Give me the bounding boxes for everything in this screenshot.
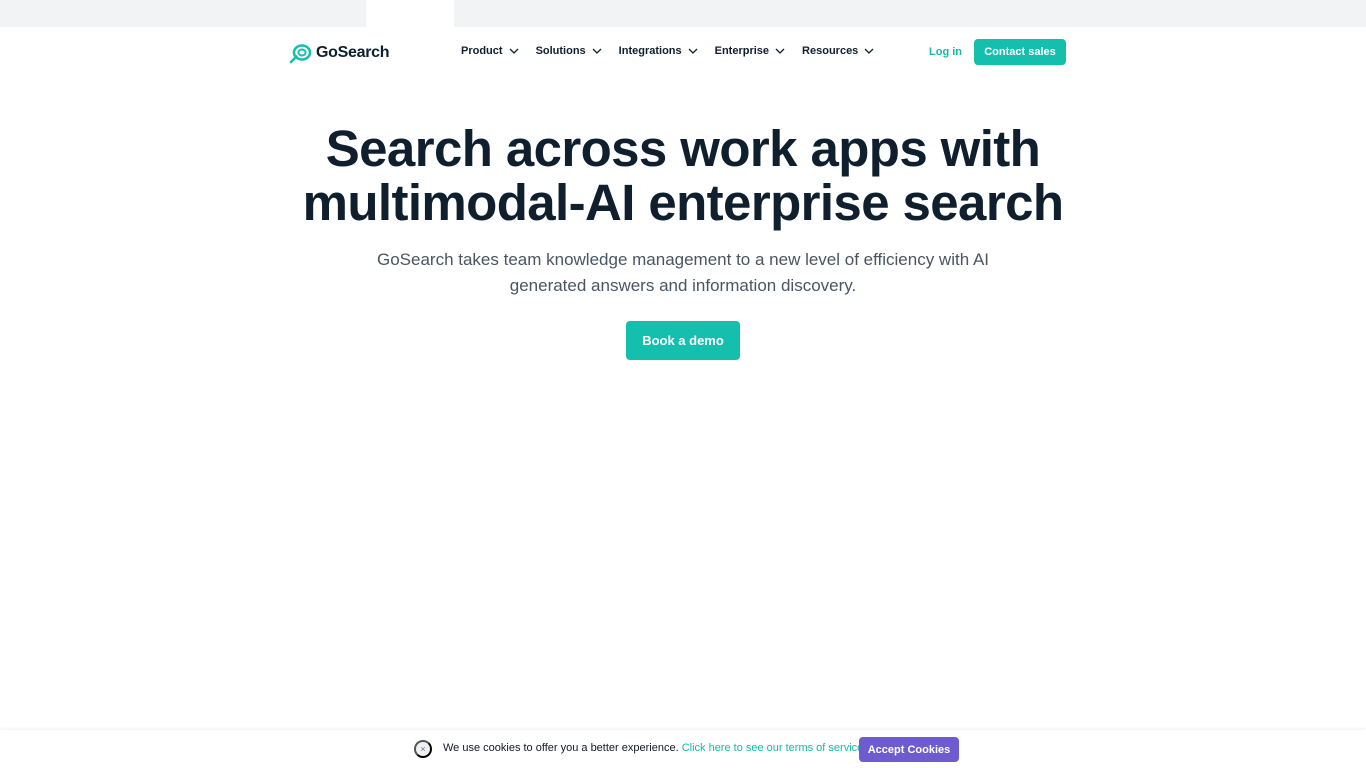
menu-item-label: Product <box>461 45 503 57</box>
contact-sales-button[interactable]: Contact sales <box>974 39 1066 65</box>
terms-of-service-link[interactable]: Click here to see our terms of service. <box>682 742 867 754</box>
hero-title: Search across work apps with multimodal-… <box>283 122 1083 230</box>
chevron-down-icon <box>688 48 698 54</box>
cookie-banner: × We use cookies to offer you a better e… <box>0 730 1366 768</box>
menu-item-label: Resources <box>802 45 859 57</box>
hero-subtitle-line-1: GoSearch takes team knowledge management… <box>376 250 990 269</box>
menu-item-integrations[interactable]: Integrations <box>619 45 698 57</box>
accept-cookies-button[interactable]: Accept Cookies <box>859 737 959 762</box>
menu-item-solutions[interactable]: Solutions <box>536 45 602 57</box>
menu-item-label: Integrations <box>618 45 682 57</box>
menu-item-label: Solutions <box>535 45 586 57</box>
browser-top-strip <box>0 0 1366 27</box>
menu-item-label: Enterprise <box>714 45 770 57</box>
logo-wordmark: GoSearch <box>316 44 390 61</box>
book-demo-button[interactable]: Book a demo <box>626 321 740 360</box>
hero-title-line-1: Search across work apps with <box>325 120 1041 177</box>
close-icon[interactable]: × <box>414 740 432 758</box>
cookie-message: We use cookies to offer you a better exp… <box>443 742 866 754</box>
logo-link[interactable]: GoSearch <box>289 42 389 64</box>
chevron-down-icon <box>509 48 519 54</box>
chevron-down-icon <box>864 48 874 54</box>
menu-item-enterprise[interactable]: Enterprise <box>715 45 785 57</box>
gosearch-logo-icon <box>289 44 312 64</box>
menu-item-product[interactable]: Product <box>461 45 519 57</box>
hero-title-line-2: multimodal-AI enterprise search <box>302 174 1064 231</box>
chevron-down-icon <box>592 48 602 54</box>
hero-subtitle: GoSearch takes team knowledge management… <box>343 247 1023 299</box>
site-header: GoSearch Product Solutions Integrations … <box>0 27 1366 79</box>
hero-subtitle-line-2: generated answers and information discov… <box>509 276 857 295</box>
main-menu: Product Solutions Integrations Enterpris… <box>461 45 874 57</box>
active-tab-indicator <box>366 0 454 27</box>
login-link[interactable]: Log in <box>929 46 962 58</box>
chevron-down-icon <box>775 48 785 54</box>
cookie-message-text: We use cookies to offer you a better exp… <box>443 742 679 754</box>
menu-item-resources[interactable]: Resources <box>802 45 874 57</box>
